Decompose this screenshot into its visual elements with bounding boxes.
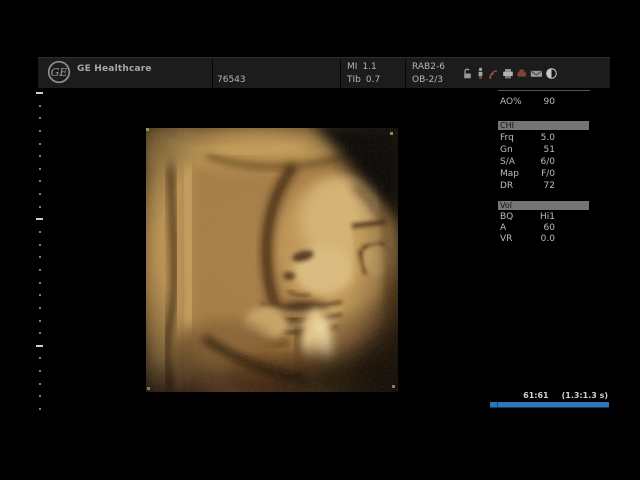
panel-divider: [498, 90, 590, 91]
lock-open-icon: [462, 67, 473, 80]
param-value: 5.0: [541, 132, 555, 144]
renderbox-corner-marker: [146, 128, 149, 131]
patient-icon: [475, 67, 486, 80]
cine-bar-notch: [497, 402, 498, 407]
renderbox-corner-marker: [390, 132, 393, 135]
param-value: 51: [544, 144, 555, 156]
brand-label: GE Healthcare: [77, 64, 152, 74]
ao-label: AO%: [500, 96, 522, 108]
ruler-minor-tick: [39, 130, 41, 132]
ruler-minor-tick: [39, 332, 41, 334]
ruler-minor-tick: [39, 269, 41, 271]
contrast-icon: [545, 67, 558, 80]
patient-id-section: 76543: [212, 58, 340, 88]
ruler-minor-tick: [39, 155, 41, 157]
param-label: DR: [500, 180, 513, 192]
ruler-minor-tick: [39, 143, 41, 145]
brand-section: GE GE Healthcare: [38, 58, 212, 88]
patient-id: 76543: [217, 75, 246, 85]
param-label: S/A: [500, 156, 515, 168]
ruler-minor-tick: [39, 282, 41, 284]
vol-rows: BQ Hi1 A 60 VR 0.0: [498, 212, 590, 245]
ao-power-row: AO% 90: [498, 96, 556, 108]
param-row-dr: DR 72: [498, 180, 556, 192]
ruler-minor-tick: [39, 383, 41, 385]
param-label: A: [500, 223, 506, 234]
section-header-vol: Vol: [498, 201, 589, 210]
param-label: Frq: [500, 132, 514, 144]
mail-icon: [530, 67, 543, 80]
param-value: 6/0: [541, 156, 555, 168]
param-value: F/0: [541, 168, 555, 180]
param-value: 72: [544, 180, 555, 192]
cine-frame-counter: 61:61: [523, 392, 548, 400]
ruler-minor-tick: [39, 370, 41, 372]
ruler-minor-tick: [39, 408, 41, 410]
ruler-minor-tick: [39, 206, 41, 208]
mi-value: 1.1: [362, 62, 376, 72]
ultrasound-screen: GE GE Healthcare 76543 MI 1.1 TIb 0.7 RAB2…: [0, 0, 640, 480]
mi-label: MI: [347, 62, 357, 72]
ruler-minor-tick: [39, 117, 41, 119]
param-label: Gn: [500, 144, 513, 156]
param-row-frq: Frq 5.0: [498, 132, 556, 144]
section-header-chi: CHI: [498, 121, 589, 130]
renderbox-corner-marker: [147, 387, 150, 390]
param-value: 0.0: [541, 234, 555, 245]
wireless-icon: [488, 67, 500, 80]
top-status-bar: GE GE Healthcare 76543 MI 1.1 TIb 0.7 RAB2…: [38, 57, 610, 88]
param-label: BQ: [500, 212, 513, 223]
param-row-bq: BQ Hi1: [498, 212, 556, 223]
ruler-major-tick: [36, 92, 43, 94]
ruler-minor-tick: [39, 105, 41, 107]
ruler-major-tick: [36, 345, 43, 347]
ruler-minor-tick: [39, 168, 41, 170]
ao-value: 90: [544, 96, 555, 108]
ruler-minor-tick: [39, 307, 41, 309]
ti-readout: TIb 0.7: [347, 75, 380, 85]
status-icon-row: [462, 67, 558, 80]
ti-value: 0.7: [366, 75, 380, 85]
ruler-minor-tick: [39, 244, 41, 246]
ruler-minor-tick: [39, 294, 41, 296]
param-value: 60: [544, 223, 555, 234]
param-value: Hi1: [540, 212, 555, 223]
depth-ruler: [36, 92, 46, 412]
cine-readout: 61:61 (1.3:1.3 s): [490, 392, 609, 400]
ruler-minor-tick: [39, 193, 41, 195]
preset-name: OB-2/3: [412, 75, 443, 85]
param-row-sa: S/A 6/0: [498, 156, 556, 168]
ruler-minor-tick: [39, 357, 41, 359]
chi-rows: Frq 5.0 Gn 51 S/A 6/0 Map F/0 DR 72: [498, 132, 590, 192]
cine-progress: 61:61 (1.3:1.3 s): [490, 392, 609, 408]
param-row-a: A 60: [498, 223, 556, 234]
mi-readout: MI 1.1: [347, 62, 377, 72]
param-row-vr: VR 0.0: [498, 234, 556, 245]
ruler-minor-tick: [39, 231, 41, 233]
renderbox-corner-marker: [392, 385, 395, 388]
param-row-map: Map F/0: [498, 168, 556, 180]
probe-section: RAB2-6 OB-2/3: [405, 58, 610, 88]
ruler-minor-tick: [39, 180, 41, 182]
ruler-minor-tick: [39, 395, 41, 397]
ruler-major-tick: [36, 218, 43, 220]
cine-time-range: (1.3:1.3 s): [562, 392, 608, 400]
probe-name: RAB2-6: [412, 62, 445, 72]
param-label: Map: [500, 168, 519, 180]
ge-logo-icon: GE: [47, 60, 71, 88]
parameter-panel: AO% 90 CHI Frq 5.0 Gn 51 S/A 6/0 Map F/0…: [498, 90, 590, 245]
cine-progress-bar[interactable]: [490, 402, 609, 408]
printer-icon: [502, 67, 514, 80]
acoustic-index-section: MI 1.1 TIb 0.7: [340, 58, 405, 88]
ruler-minor-tick: [39, 256, 41, 258]
param-label: VR: [500, 234, 512, 245]
ti-label: TIb: [347, 75, 361, 85]
param-row-gn: Gn 51: [498, 144, 556, 156]
ruler-minor-tick: [39, 320, 41, 322]
svg-text:GE: GE: [51, 66, 68, 79]
trackball-icon: [516, 67, 528, 80]
fetal-3d-render[interactable]: [146, 128, 398, 392]
